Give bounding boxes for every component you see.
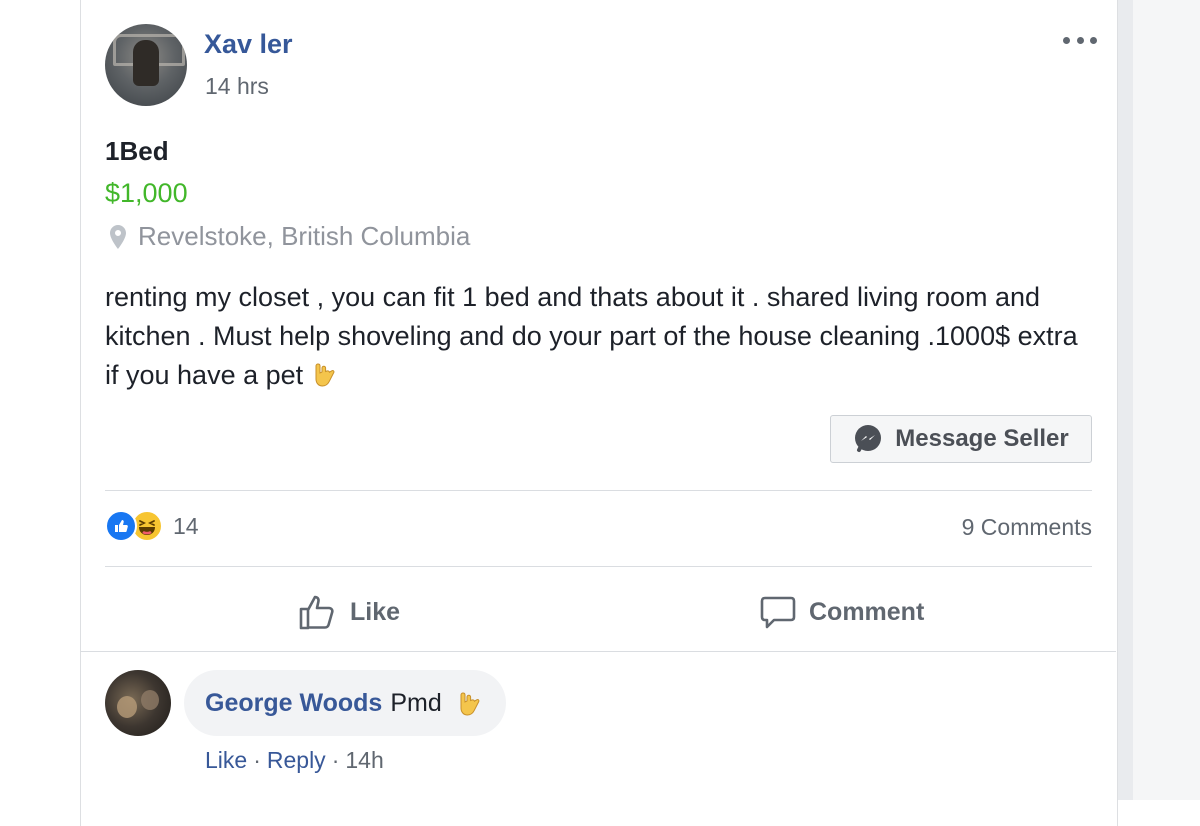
post-body: renting my closet , you can fit 1 bed an… <box>105 278 1095 395</box>
comments-count-link[interactable]: 9 Comments <box>962 514 1092 541</box>
listing-price: $1,000 <box>105 178 188 208</box>
listing-title: 1Bed <box>105 136 169 166</box>
comment-bubble-icon <box>760 596 796 629</box>
reaction-count: 14 <box>173 512 199 539</box>
avatar-shape <box>117 696 137 718</box>
comment-like-link[interactable]: Like <box>205 747 247 774</box>
author-name[interactable]: Xav ler <box>204 29 293 60</box>
separator: · <box>253 747 261 773</box>
listing-location: Revelstoke, British Columbia <box>106 221 470 252</box>
message-seller-button[interactable]: Message Seller <box>830 415 1092 463</box>
divider <box>105 566 1092 567</box>
like-reaction-icon <box>105 510 137 542</box>
comment-button[interactable]: Comment <box>759 590 924 634</box>
comment-bubble: George Woods Pmd <box>184 670 506 736</box>
right-gutter <box>1117 0 1200 800</box>
comment-text: Pmd <box>390 688 442 717</box>
like-button[interactable]: Like <box>298 590 400 634</box>
reactions-summary[interactable]: 14 <box>105 510 199 542</box>
comment-timestamp[interactable]: 14h <box>345 747 383 774</box>
comment-button-label: Comment <box>809 597 925 626</box>
author-avatar[interactable] <box>105 24 187 106</box>
avatar-shape <box>141 690 159 710</box>
comment-actions: Like · Reply · 14h <box>205 747 384 774</box>
gutter-stripe <box>1117 0 1133 800</box>
dot <box>1076 36 1084 44</box>
location-pin-icon <box>110 224 126 249</box>
dot <box>1063 36 1070 44</box>
avatar-figure <box>133 40 159 86</box>
message-seller-label: Message Seller <box>895 425 1069 452</box>
separator: · <box>331 747 340 773</box>
thumbs-up-icon <box>299 595 334 630</box>
location-text: Revelstoke, British Columbia <box>138 221 471 251</box>
call-me-hand-icon <box>460 692 480 716</box>
divider <box>105 490 1092 491</box>
divider <box>80 651 1116 652</box>
messenger-icon <box>855 425 882 452</box>
more-options-icon[interactable] <box>1060 26 1100 54</box>
comment-reply-link[interactable]: Reply <box>267 747 326 774</box>
post-body-text: renting my closet , you can fit 1 bed an… <box>105 282 1078 390</box>
call-me-hand-icon <box>315 363 335 387</box>
like-button-label: Like <box>350 597 401 626</box>
dot <box>1090 36 1097 44</box>
post-timestamp[interactable]: 14 hrs <box>205 73 269 100</box>
commenter-avatar[interactable] <box>105 670 171 736</box>
commenter-name[interactable]: George Woods <box>205 689 382 718</box>
